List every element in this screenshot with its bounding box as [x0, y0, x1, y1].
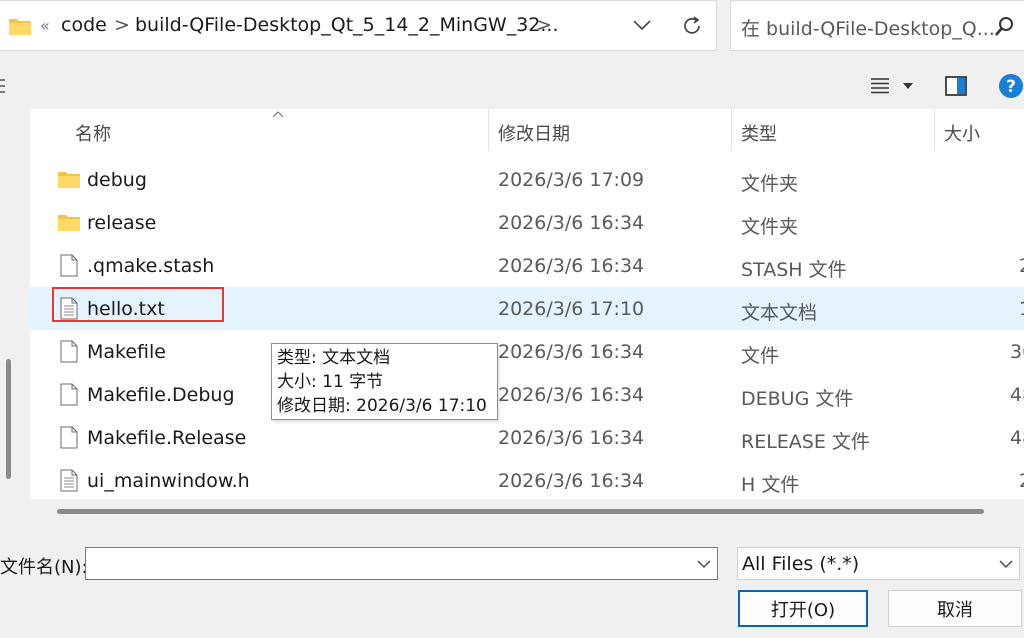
file-size: 48	[1010, 384, 1024, 406]
open-button[interactable]: 打开(O)	[738, 590, 868, 627]
file-size: 2	[1019, 470, 1024, 492]
column-divider[interactable]	[934, 109, 935, 151]
file-row[interactable]: Makefile 2026/3/6 16:34 文件 36	[30, 330, 1024, 373]
view-dropdown-icon[interactable]	[903, 83, 913, 89]
tooltip-size: 大小: 11 字节	[277, 372, 384, 392]
navigation-scrollbar[interactable]	[6, 359, 11, 479]
highlight-box	[52, 287, 224, 322]
folder-icon	[58, 215, 80, 231]
file-row[interactable]: Makefile.Debug 2026/3/6 16:34 DEBUG 文件 4…	[30, 373, 1024, 416]
file-type: DEBUG 文件	[741, 388, 854, 410]
breadcrumb-code[interactable]: code	[61, 14, 107, 36]
search-icon[interactable]	[993, 16, 1015, 38]
tooltip-modified: 修改日期: 2026/3/6 17:10	[277, 396, 487, 416]
file-modified: 2026/3/6 17:10	[498, 298, 645, 320]
file-type: H 文件	[741, 474, 800, 496]
file-type: 文本文档	[741, 302, 818, 324]
file-name: ui_mainwindow.h	[87, 470, 250, 492]
file-type: 文件	[741, 345, 780, 367]
file-modified: 2026/3/6 16:34	[498, 255, 645, 277]
search-input[interactable]: 在 build-QFile-Desktop_Q...	[741, 14, 995, 41]
file-modified: 2026/3/6 16:34	[498, 470, 645, 492]
file-type: 文件夹	[741, 173, 799, 195]
file-name: Makefile	[87, 341, 166, 363]
breadcrumb-back[interactable]: «	[40, 16, 50, 35]
view-list-icon[interactable]	[870, 77, 890, 95]
file-info-tooltip: 类型: 文本文档 大小: 11 字节 修改日期: 2026/3/6 17:10	[271, 343, 498, 420]
file-type-filter[interactable]: All Files (*.*)	[737, 547, 1020, 580]
column-divider[interactable]	[731, 109, 732, 151]
filename-label: 文件名(N):	[0, 557, 88, 578]
file-name: Makefile.Debug	[87, 384, 235, 406]
file-modified: 2026/3/6 16:34	[498, 341, 645, 363]
file-size: 1	[1019, 298, 1024, 320]
file-icon	[60, 426, 78, 449]
breadcrumb-separator[interactable]: >	[536, 14, 552, 36]
file-type: RELEASE 文件	[741, 431, 870, 453]
file-name: .qmake.stash	[87, 255, 215, 277]
file-row[interactable]: Makefile.Release 2026/3/6 16:34 RELEASE …	[30, 416, 1024, 459]
file-name: release	[87, 212, 157, 234]
preview-pane-icon[interactable]	[945, 76, 967, 96]
file-type: 文件夹	[741, 216, 799, 238]
file-modified: 2026/3/6 16:34	[498, 384, 645, 406]
text-file-icon	[60, 469, 78, 492]
refresh-icon[interactable]	[680, 14, 704, 38]
address-bar[interactable]: « code > build-QFile-Desktop_Qt_5_14_2_M…	[0, 0, 717, 51]
file-name: Makefile.Release	[87, 427, 247, 449]
file-size: 48	[1010, 427, 1024, 449]
file-modified: 2026/3/6 16:34	[498, 427, 645, 449]
file-size: 2	[1019, 255, 1024, 277]
column-header-modified[interactable]: 修改日期	[498, 120, 570, 146]
file-row[interactable]: .qmake.stash 2026/3/6 16:34 STASH 文件 2	[30, 244, 1024, 287]
breadcrumb-separator[interactable]: >	[114, 14, 130, 36]
file-row[interactable]: debug 2026/3/6 17:09 文件夹	[30, 158, 1024, 201]
search-box[interactable]: 在 build-QFile-Desktop_Q...	[730, 0, 1024, 51]
file-row[interactable]: ui_mainwindow.h 2026/3/6 16:34 H 文件 2	[30, 459, 1024, 502]
file-icon	[60, 383, 78, 406]
chevron-down-icon[interactable]	[999, 560, 1013, 569]
horizontal-scrollbar[interactable]	[57, 509, 984, 514]
file-type: STASH 文件	[741, 259, 847, 281]
column-divider[interactable]	[488, 109, 489, 151]
chevron-down-icon[interactable]	[697, 560, 711, 569]
file-icon	[60, 254, 78, 277]
help-icon[interactable]: ?	[998, 73, 1024, 99]
file-modified: 2026/3/6 16:34	[498, 212, 645, 234]
cancel-button[interactable]: 取消	[888, 590, 1022, 627]
file-name: debug	[87, 169, 147, 191]
chevron-down-icon[interactable]	[632, 18, 652, 32]
file-modified: 2026/3/6 17:09	[498, 169, 645, 191]
column-header-name[interactable]: 名称	[75, 120, 111, 146]
breadcrumb-build-folder[interactable]: build-QFile-Desktop_Qt_5_14_2_MinGW_32..…	[135, 14, 559, 36]
tooltip-type: 类型: 文本文档	[277, 348, 391, 368]
folder-icon	[9, 19, 31, 35]
file-row[interactable]: release 2026/3/6 16:34 文件夹	[30, 201, 1024, 244]
sort-ascending-icon[interactable]	[272, 111, 284, 118]
file-size: 36	[1010, 341, 1024, 363]
filename-field[interactable]	[85, 547, 718, 580]
column-header-size[interactable]: 大小	[944, 120, 980, 146]
column-header-type[interactable]: 类型	[741, 120, 777, 146]
folder-icon	[58, 172, 80, 188]
svg-text:?: ?	[1006, 77, 1016, 97]
file-icon	[60, 340, 78, 363]
toolbar: ?	[0, 63, 1024, 109]
navigation-pane[interactable]	[0, 109, 30, 523]
filter-value: All Files (*.*)	[742, 553, 860, 575]
more-options-icon[interactable]	[0, 77, 8, 95]
